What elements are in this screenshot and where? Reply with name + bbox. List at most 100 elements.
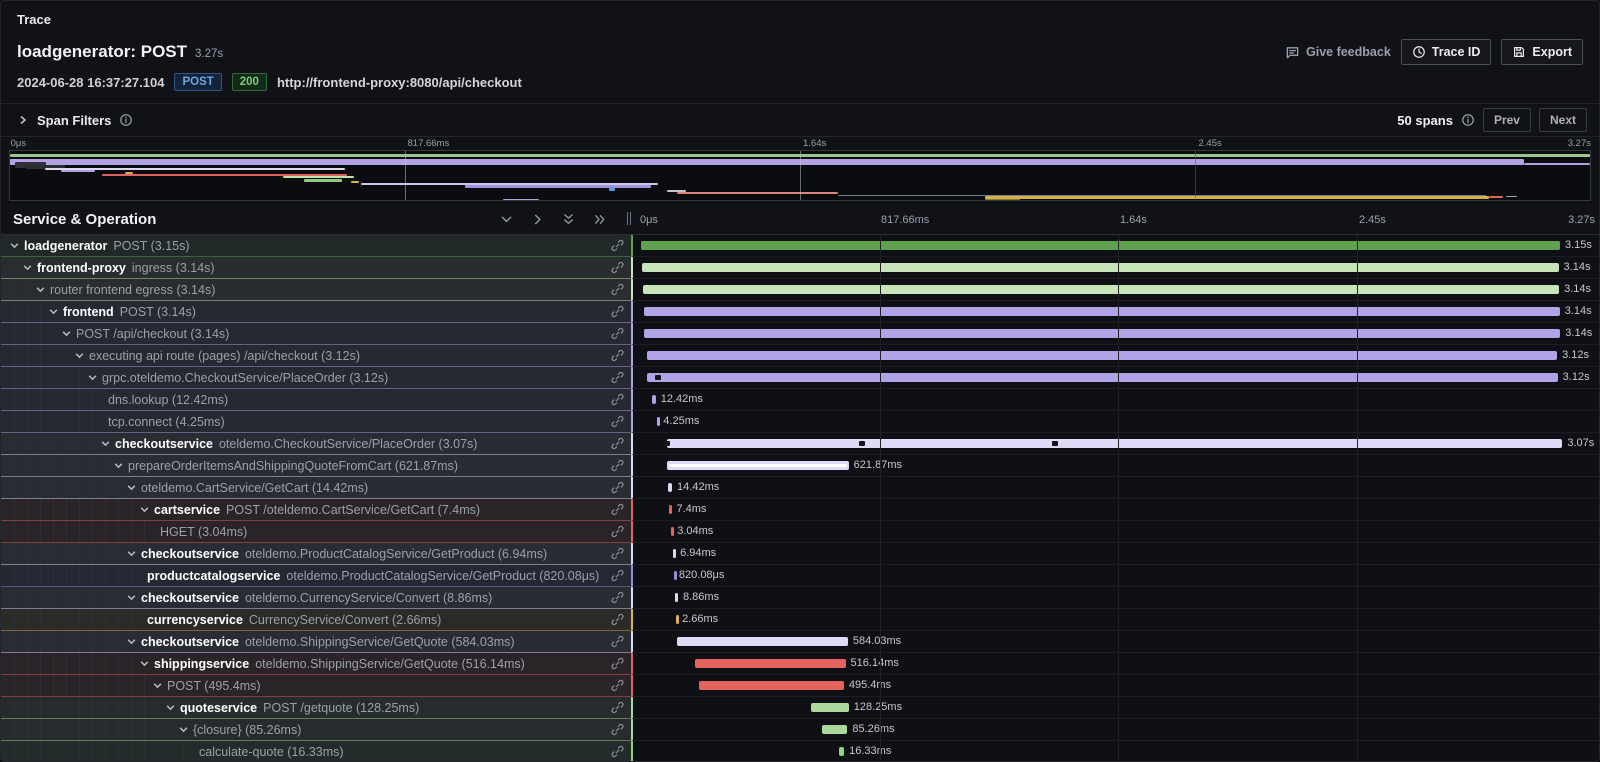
span-name-cell[interactable]: POST /api/checkout (3.14s) [1, 323, 631, 345]
link-icon[interactable] [610, 634, 625, 649]
link-icon[interactable] [610, 282, 625, 297]
span-row[interactable]: {closure} (85.26ms) 85.26ms [1, 719, 1599, 741]
link-icon[interactable] [610, 612, 625, 627]
chevron-down-icon[interactable] [126, 636, 137, 647]
span-bar[interactable] [667, 461, 848, 470]
span-bar-cell[interactable]: 3.14s [631, 279, 1599, 301]
span-bar[interactable] [647, 351, 1557, 360]
span-bar-cell[interactable]: 621.87ms [631, 455, 1599, 477]
span-row[interactable]: cartservice POST /oteldemo.CartService/G… [1, 499, 1599, 521]
span-bar-cell[interactable]: 820.08μs [631, 565, 1599, 587]
chevron-down-icon[interactable] [9, 240, 20, 251]
span-bar[interactable] [641, 241, 1560, 250]
chevron-down-icon[interactable] [126, 592, 137, 603]
span-name-cell[interactable]: grpc.oteldemo.CheckoutService/PlaceOrder… [1, 367, 631, 389]
link-icon[interactable] [610, 568, 625, 583]
link-icon[interactable] [610, 392, 625, 407]
chevron-down-icon[interactable] [61, 328, 72, 339]
chevron-down-icon[interactable] [126, 482, 137, 493]
span-name-cell[interactable]: prepareOrderItemsAndShippingQuoteFromCar… [1, 455, 631, 477]
link-icon[interactable] [610, 480, 625, 495]
link-icon[interactable] [610, 326, 625, 341]
next-span-button[interactable]: Next [1539, 108, 1587, 132]
span-row[interactable]: oteldemo.CartService/GetCart (14.42ms) 1… [1, 477, 1599, 499]
link-icon[interactable] [610, 700, 625, 715]
span-bar[interactable] [667, 439, 1563, 448]
span-row[interactable]: prepareOrderItemsAndShippingQuoteFromCar… [1, 455, 1599, 477]
span-name-cell[interactable]: productcatalogservice oteldemo.ProductCa… [1, 565, 631, 587]
span-bar[interactable] [644, 307, 1560, 316]
span-row[interactable]: frontend-proxy ingress (3.14s) 3.14s [1, 257, 1599, 279]
span-bar[interactable] [675, 593, 678, 602]
expand-all-icon[interactable] [592, 212, 607, 227]
span-bar-cell[interactable]: 3.14s [631, 257, 1599, 279]
span-name-cell[interactable]: currencyservice CurrencyService/Convert … [1, 609, 631, 631]
span-filters-toggle[interactable]: Span Filters [17, 113, 133, 128]
link-icon[interactable] [610, 502, 625, 517]
link-icon[interactable] [610, 524, 625, 539]
span-bar-cell[interactable]: 4.25ms [631, 411, 1599, 433]
span-name-cell[interactable]: quoteservice POST /getquote (128.25ms) [1, 697, 631, 719]
span-row[interactable]: grpc.oteldemo.CheckoutService/PlaceOrder… [1, 367, 1599, 389]
span-bar-cell[interactable]: 3.12s [631, 367, 1599, 389]
span-bar-cell[interactable]: 8.86ms [631, 587, 1599, 609]
info-icon[interactable] [1461, 113, 1475, 127]
chevron-down-icon[interactable] [22, 262, 33, 273]
span-bar[interactable] [676, 615, 679, 624]
span-name-cell[interactable]: dns.lookup (12.42ms) [1, 389, 631, 411]
span-bar-cell[interactable]: 14.42ms [631, 477, 1599, 499]
span-bar-cell[interactable]: 16.33ms [631, 741, 1599, 762]
chevron-down-icon[interactable] [113, 460, 124, 471]
span-row[interactable]: executing api route (pages) /api/checkou… [1, 345, 1599, 367]
link-icon[interactable] [610, 414, 625, 429]
span-name-cell[interactable]: executing api route (pages) /api/checkou… [1, 345, 631, 367]
span-bar[interactable] [657, 417, 660, 426]
span-name-cell[interactable]: oteldemo.CartService/GetCart (14.42ms) [1, 477, 631, 499]
span-bar[interactable] [644, 329, 1560, 338]
span-bar-cell[interactable]: 516.14ms [631, 653, 1599, 675]
link-icon[interactable] [610, 678, 625, 693]
span-bar-cell[interactable]: 2.66ms [631, 609, 1599, 631]
span-row[interactable]: dns.lookup (12.42ms) 12.42ms [1, 389, 1599, 411]
chevron-down-icon[interactable] [74, 350, 85, 361]
span-row[interactable]: shippingservice oteldemo.ShippingService… [1, 653, 1599, 675]
span-row[interactable]: productcatalogservice oteldemo.ProductCa… [1, 565, 1599, 587]
link-icon[interactable] [610, 458, 625, 473]
span-bar[interactable] [674, 571, 677, 580]
span-row[interactable]: checkoutservice oteldemo.CurrencyService… [1, 587, 1599, 609]
link-icon[interactable] [610, 436, 625, 451]
trace-id-button[interactable]: Trace ID [1401, 39, 1492, 65]
span-row[interactable]: loadgenerator POST (3.15s) 3.15s [1, 235, 1599, 257]
chevron-down-icon[interactable] [152, 680, 163, 691]
chevron-down-icon[interactable] [165, 702, 176, 713]
span-bar[interactable] [643, 285, 1559, 294]
span-bar-cell[interactable]: 12.42ms [631, 389, 1599, 411]
span-bar[interactable] [668, 483, 672, 492]
span-name-cell[interactable]: checkoutservice oteldemo.ShippingService… [1, 631, 631, 653]
span-bar-cell[interactable]: 3.15s [631, 235, 1599, 257]
span-bar[interactable] [642, 263, 1558, 272]
span-row[interactable]: calculate-quote (16.33ms) 16.33ms [1, 741, 1599, 762]
span-bar-cell[interactable]: 3.04ms [631, 521, 1599, 543]
span-bar-cell[interactable]: 7.4ms [631, 499, 1599, 521]
chevron-down-icon[interactable] [139, 658, 150, 669]
span-bar[interactable] [822, 725, 847, 734]
chevron-down-icon[interactable] [87, 372, 98, 383]
give-feedback-button[interactable]: Give feedback [1285, 45, 1391, 60]
span-row[interactable]: POST (495.4ms) 495.4ms [1, 675, 1599, 697]
span-bar[interactable] [647, 373, 1557, 382]
link-icon[interactable] [610, 260, 625, 275]
span-bar[interactable] [677, 637, 847, 646]
span-row[interactable]: frontend POST (3.14s) 3.14s [1, 301, 1599, 323]
span-name-cell[interactable]: tcp.connect (4.25ms) [1, 411, 631, 433]
span-row[interactable]: checkoutservice oteldemo.ShippingService… [1, 631, 1599, 653]
breadcrumb-trace[interactable]: Trace [17, 12, 51, 27]
span-row[interactable]: checkoutservice oteldemo.CheckoutService… [1, 433, 1599, 455]
link-icon[interactable] [610, 348, 625, 363]
span-row[interactable]: checkoutservice oteldemo.ProductCatalogS… [1, 543, 1599, 565]
span-bar[interactable] [673, 549, 676, 558]
span-bar[interactable] [669, 505, 672, 514]
span-bar-cell[interactable]: 85.26ms [631, 719, 1599, 741]
span-bar-cell[interactable]: 3.12s [631, 345, 1599, 367]
span-bar-cell[interactable]: 584.03ms [631, 631, 1599, 653]
